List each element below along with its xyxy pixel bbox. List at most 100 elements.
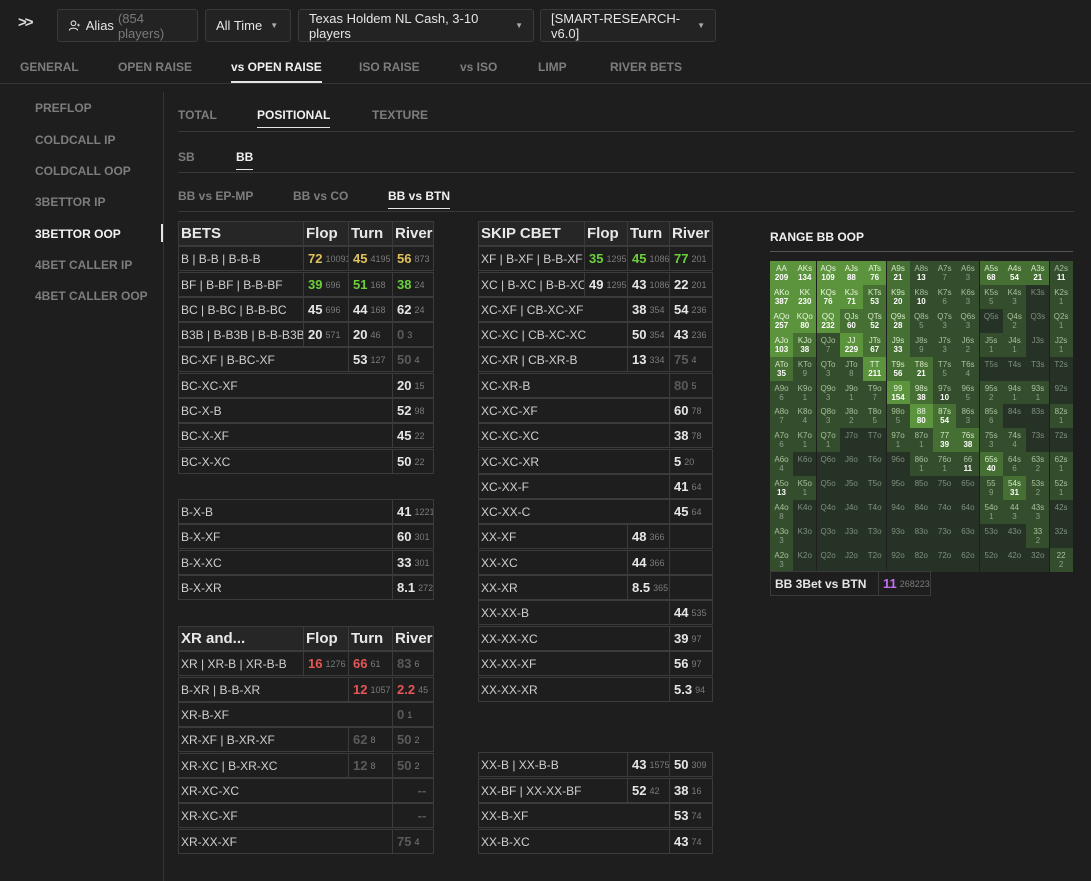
range-hand-cell[interactable]: 86s 3	[956, 404, 980, 429]
range-hand-cell[interactable]: 74s 4	[1003, 428, 1026, 453]
range-hand-cell[interactable]: ATo 35	[770, 356, 793, 381]
range-hand-cell[interactable]: 66 11	[956, 452, 980, 477]
range-hand-cell[interactable]: T5o	[863, 476, 887, 501]
range-hand-cell[interactable]: 32o	[1026, 547, 1050, 572]
range-hand-cell[interactable]: 88 80	[909, 404, 933, 429]
range-hand-cell[interactable]: 86o 1	[909, 452, 933, 477]
range-hand-cell[interactable]: 84s	[1003, 404, 1026, 429]
range-hand-cell[interactable]: AJo 103	[770, 332, 793, 357]
stat-cell[interactable]: 56 97	[669, 651, 713, 676]
range-hand-cell[interactable]: 85o	[909, 476, 933, 501]
range-hand-cell[interactable]: 76o 1	[933, 452, 957, 477]
range-hand-cell[interactable]: A9s 21	[886, 261, 910, 285]
range-hand-cell[interactable]: 98o 5	[886, 404, 910, 429]
stat-cell[interactable]: 20 15	[392, 373, 434, 398]
range-hand-cell[interactable]: T7s 5	[933, 356, 957, 381]
range-hand-cell[interactable]: 55 9	[979, 476, 1003, 501]
stat-cell[interactable]: 20 571	[303, 322, 349, 347]
range-hand-cell[interactable]: Q8s 5	[909, 308, 933, 333]
tab-general[interactable]: GENERAL	[20, 60, 79, 74]
stat-cell[interactable]: 41 1221	[392, 499, 434, 524]
range-hand-cell[interactable]: J2s 1	[1049, 332, 1073, 357]
tab-vs-open-raise[interactable]: vs OPEN RAISE	[231, 60, 322, 83]
range-hand-cell[interactable]: 63s 2	[1026, 452, 1050, 477]
tab-total[interactable]: TOTAL	[178, 108, 217, 122]
range-hand-cell[interactable]: 65s 40	[979, 452, 1003, 477]
range-hand-cell[interactable]: 42o	[1003, 547, 1026, 572]
range-hand-cell[interactable]: A6o 4	[770, 452, 793, 477]
range-hand-cell[interactable]: 95s 2	[979, 380, 1003, 405]
stat-cell[interactable]: 38 16	[669, 778, 713, 803]
stat-cell[interactable]: 41 64	[669, 474, 713, 499]
range-hand-cell[interactable]: JJ 229	[839, 332, 863, 357]
stat-cell[interactable]: 51 168	[348, 272, 393, 297]
range-hand-cell[interactable]: A6s 3	[956, 261, 980, 285]
stat-cell[interactable]: 62 24	[392, 297, 434, 322]
range-hand-cell[interactable]: 72o	[933, 547, 957, 572]
range-hand-cell[interactable]: 64s 6	[1003, 452, 1026, 477]
range-hand-cell[interactable]: J8o 2	[839, 404, 863, 429]
tab-vs-iso[interactable]: vs ISO	[460, 60, 497, 74]
stat-cell[interactable]: 45 4195	[348, 246, 393, 271]
tab-positional[interactable]: POSITIONAL	[257, 108, 331, 128]
range-hand-cell[interactable]: T8s 21	[909, 356, 933, 381]
sidebar-item-coldcall-ip[interactable]: COLDCALL IP	[35, 133, 115, 147]
range-hand-cell[interactable]: 99 154	[886, 380, 910, 405]
stat-cell[interactable]: 48 366	[627, 524, 670, 549]
range-hand-cell[interactable]: KJs 71	[839, 284, 863, 309]
range-hand-cell[interactable]: AA 209	[770, 261, 793, 285]
stat-cell[interactable]: 12 1057	[348, 677, 393, 702]
range-hand-cell[interactable]: 82o	[909, 547, 933, 572]
tab-texture[interactable]: TEXTURE	[372, 108, 428, 122]
range-hand-cell[interactable]: 94s 1	[1003, 380, 1026, 405]
range-hand-cell[interactable]: AKs 134	[793, 261, 817, 285]
range-hand-cell[interactable]: A8o 7	[770, 404, 793, 429]
stat-cell[interactable]: 44 168	[348, 297, 393, 322]
range-hand-cell[interactable]: T2s	[1049, 356, 1073, 381]
range-hand-cell[interactable]: 87s 54	[933, 404, 957, 429]
tab-sb[interactable]: SB	[178, 150, 195, 164]
stat-cell[interactable]: 50 2	[392, 727, 434, 752]
range-hand-cell[interactable]: A3o 3	[770, 523, 793, 548]
range-hand-cell[interactable]: A5o 13	[770, 476, 793, 501]
range-hand-cell[interactable]: TT 211	[863, 356, 887, 381]
stat-cell[interactable]: 60 78	[669, 398, 713, 423]
stat-cell[interactable]: 66 61	[348, 651, 393, 676]
time-range-select[interactable]: All Time ▼	[205, 9, 291, 42]
range-hand-cell[interactable]: J4s 1	[1003, 332, 1026, 357]
tab-bb-vs-co[interactable]: BB vs CO	[293, 189, 348, 203]
stat-cell[interactable]: 13 334	[627, 347, 670, 372]
range-hand-cell[interactable]: K4s 3	[1003, 284, 1026, 309]
range-hand-cell[interactable]: 54o 1	[979, 500, 1003, 524]
range-hand-cell[interactable]: 82s 1	[1049, 404, 1073, 429]
range-hand-cell[interactable]: 74o	[933, 500, 957, 524]
stat-cell[interactable]: 39 97	[669, 626, 713, 651]
range-hand-cell[interactable]: A7s 7	[933, 261, 957, 285]
stat-cell[interactable]: 83 6	[392, 651, 434, 676]
range-hand-cell[interactable]: JTs 67	[863, 332, 887, 357]
range-hand-cell[interactable]: T4s	[1003, 356, 1026, 381]
range-hand-cell[interactable]: T2o	[863, 547, 887, 572]
range-hand-cell[interactable]: T3s	[1026, 356, 1050, 381]
stat-cell[interactable]: 60 301	[392, 524, 434, 549]
range-hand-cell[interactable]: 62o	[956, 547, 980, 572]
stat-cell[interactable]: 50 354	[627, 322, 670, 347]
tab-limp[interactable]: LIMP	[538, 60, 567, 74]
range-hand-cell[interactable]: Q3o	[816, 523, 840, 548]
range-hand-cell[interactable]: T4o	[863, 500, 887, 524]
range-hand-cell[interactable]: K4o	[793, 500, 817, 524]
stat-cell[interactable]: 52 42	[627, 778, 670, 803]
range-hand-cell[interactable]: QQ 232	[816, 308, 840, 333]
range-hand-cell[interactable]: 97s 10	[933, 380, 957, 405]
alias-filter-button[interactable]: Alias (854 players)	[57, 9, 198, 42]
stat-cell[interactable]: 53 127	[348, 347, 393, 372]
stat-cell[interactable]: 39 696	[303, 272, 349, 297]
range-hand-cell[interactable]: 76s 38	[956, 428, 980, 453]
stat-cell[interactable]: 43 1086	[627, 272, 670, 297]
range-hand-cell[interactable]: 53s 2	[1026, 476, 1050, 501]
range-hand-cell[interactable]: 42s	[1049, 500, 1073, 524]
range-hand-cell[interactable]: Q9o 3	[816, 380, 840, 405]
range-hand-cell[interactable]: J4o	[839, 500, 863, 524]
range-hand-cell[interactable]: 96s 5	[956, 380, 980, 405]
range-hand-cell[interactable]: AJs 88	[839, 261, 863, 285]
